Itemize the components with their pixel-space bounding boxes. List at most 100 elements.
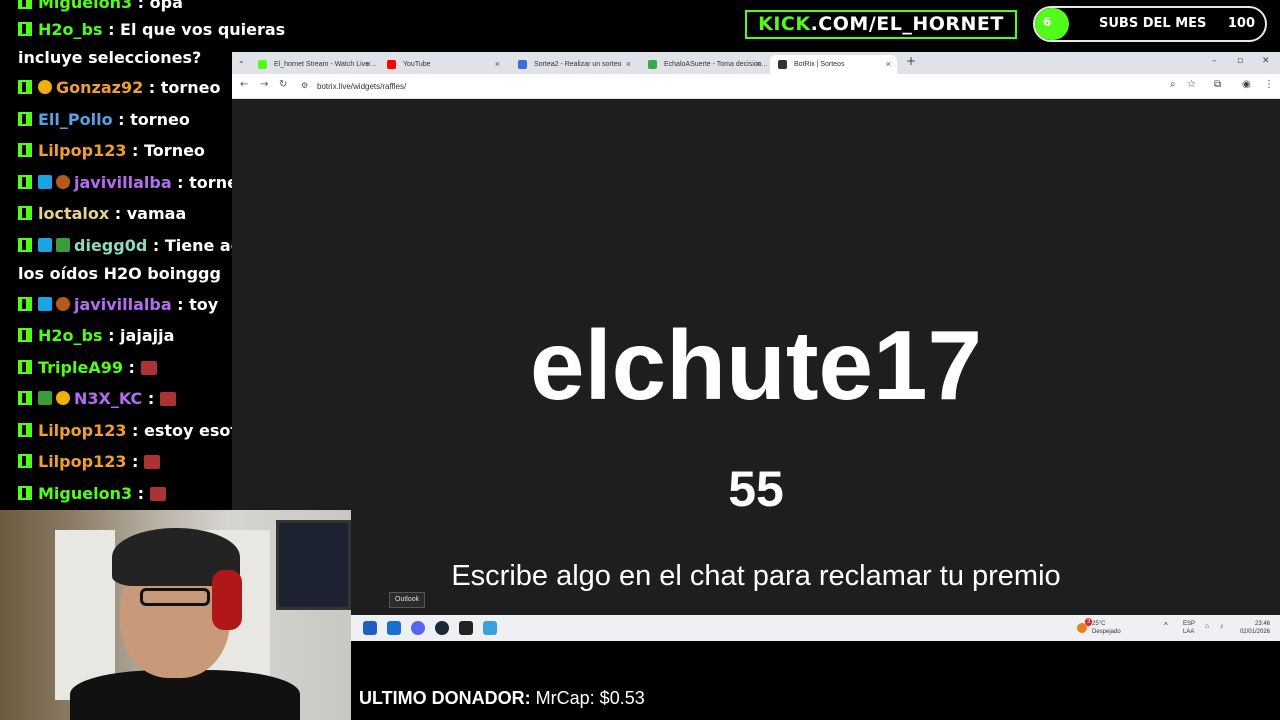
last-donor-widget: ULTIMO DONADOR: MrCap: $0.53: [359, 687, 645, 709]
tab-label: BotRix | Sorteos: [794, 61, 845, 68]
kick-channel-banner: KICK.COM/EL_HORNET: [745, 10, 1017, 39]
close-tab-icon[interactable]: ×: [886, 55, 891, 74]
raffle-instruction: Escribe algo en el chat para reclamar tu…: [451, 560, 1061, 592]
forward-icon[interactable]: →: [260, 79, 268, 90]
chat-username[interactable]: Miguelon3: [38, 484, 132, 503]
tab-label: EchaloASuerte - Toma decision...: [664, 61, 767, 68]
bot-badge-icon: [56, 238, 70, 252]
chat-username[interactable]: loctalox: [38, 204, 109, 223]
background-monitor: [276, 520, 351, 610]
network-icon[interactable]: ⌂: [1205, 623, 1209, 631]
chat-username[interactable]: TripleA99: [38, 358, 123, 377]
chat-text: toy: [189, 295, 219, 314]
tab-favicon-icon: [778, 60, 787, 69]
reload-icon[interactable]: ↻: [279, 79, 287, 90]
weather-desc: Despejado: [1092, 629, 1121, 635]
tab-list-chevron-icon[interactable]: ⌄: [238, 56, 245, 65]
lang-top[interactable]: ESP: [1183, 620, 1195, 628]
kick-badge-icon: [18, 112, 32, 126]
obs-icon[interactable]: [459, 621, 473, 635]
tab-label: YouTube: [403, 61, 431, 68]
donor-label: ULTIMO DONADOR:: [359, 688, 531, 708]
chat-text: jajajja: [120, 326, 175, 345]
kick-badge-icon: [18, 22, 32, 36]
close-tab-icon[interactable]: ×: [626, 55, 631, 74]
chat-text: torneo: [130, 110, 190, 129]
discord-icon[interactable]: [411, 621, 425, 635]
zoom-icon[interactable]: ⌕: [1170, 79, 1176, 90]
kick-badge-icon: [18, 297, 32, 311]
notepad-icon[interactable]: [483, 621, 497, 635]
tab-favicon-icon: [387, 60, 396, 69]
kick-badge-icon: [18, 454, 32, 468]
browser-tab[interactable]: El_hornet Stream - Watch Live ... ×: [250, 55, 377, 74]
streamer-glasses: [140, 588, 210, 606]
raffle-countdown: 55: [728, 461, 784, 517]
tab-label: El_hornet Stream - Watch Live ...: [274, 61, 377, 68]
file-explorer-icon[interactable]: [363, 621, 377, 635]
chat-text: vamaa: [126, 204, 187, 223]
kick-badge-icon: [18, 175, 32, 189]
lang-bottom[interactable]: LAA: [1183, 628, 1194, 636]
menu-dots-icon[interactable]: ⋮: [1264, 79, 1274, 90]
chat-username[interactable]: diegg0d: [74, 236, 147, 255]
site-info-icon[interactable]: ⚙: [301, 81, 308, 90]
clock-time[interactable]: 23:46: [1236, 620, 1270, 628]
close-window-icon[interactable]: ✕: [1262, 56, 1270, 66]
chat-username[interactable]: javivillalba: [74, 173, 172, 192]
raffle-widget: elchute17 55 Escribe algo en el chat par…: [232, 99, 1280, 615]
close-tab-icon[interactable]: ×: [495, 55, 500, 74]
chat-emote-icon: [149, 487, 166, 501]
kick-badge-icon: [18, 360, 32, 374]
subs-goal-widget: 6 SUBS DEL MES 100: [1033, 6, 1267, 42]
kick-logo-text: KICK: [758, 13, 811, 35]
tab-bar: ⌄ El_hornet Stream - Watch Live ... × YouT…: [232, 52, 1280, 74]
tab-favicon-icon: [518, 60, 527, 69]
kick-badge-icon: [18, 423, 32, 437]
profile-icon[interactable]: ◉: [1242, 79, 1251, 90]
chat-username[interactable]: H2o_bs: [38, 326, 103, 345]
close-tab-icon[interactable]: ×: [366, 55, 371, 74]
steam-icon[interactable]: [435, 621, 449, 635]
taskbar: 3 25°C Despejado ^ ESP LAA ⌂ ♪ 23:46 02/…: [350, 615, 1280, 641]
browser-tab[interactable]: Sortea2 - Realizar un sorteo ×: [510, 55, 637, 74]
chat-text: opa: [149, 0, 183, 12]
raffle-winner-name: elchute17: [529, 310, 983, 420]
chat-username[interactable]: Lilpop123: [38, 421, 126, 440]
chat-username[interactable]: Miguelon3: [38, 0, 132, 12]
tray-chevron-icon[interactable]: ^: [1164, 622, 1168, 630]
outlook-icon[interactable]: [387, 621, 401, 635]
maximize-icon[interactable]: ▫: [1237, 56, 1243, 66]
one-badge-icon: [56, 391, 70, 405]
volume-icon[interactable]: ♪: [1220, 623, 1224, 631]
clock-date[interactable]: 02/01/2026: [1236, 628, 1270, 636]
kick-badge-icon: [18, 0, 32, 9]
subs-goal: 100: [1227, 16, 1255, 31]
bot-badge-icon: [38, 391, 52, 405]
browser-tab[interactable]: YouTube ×: [379, 55, 506, 74]
chat-username[interactable]: Lilpop123: [38, 141, 126, 160]
kick-badge-icon: [18, 486, 32, 500]
subs-progress-fill: [1035, 8, 1069, 40]
chat-username[interactable]: Ell_Pollo: [38, 110, 113, 129]
new-tab-button[interactable]: +: [906, 54, 916, 68]
chat-username[interactable]: Gonzaz92: [56, 78, 143, 97]
tab-favicon-icon: [648, 60, 657, 69]
chat-username[interactable]: H2o_bs: [38, 20, 103, 39]
chat-username[interactable]: N3X_KC: [74, 389, 142, 408]
extensions-icon[interactable]: ⧉: [1214, 79, 1221, 90]
close-tab-icon[interactable]: ×: [756, 55, 761, 74]
browser-tab[interactable]: BotRix | Sorteos ×: [770, 55, 897, 74]
kick-channel-path: .COM/EL_HORNET: [810, 13, 1004, 35]
browser-tab[interactable]: EchaloASuerte - Toma decision... ×: [640, 55, 767, 74]
minimize-icon[interactable]: –: [1212, 56, 1217, 66]
kick-badge-icon: [18, 391, 32, 405]
bookmark-star-icon[interactable]: ☆: [1187, 79, 1196, 90]
one-badge-icon: [38, 80, 52, 94]
chat-username[interactable]: javivillalba: [74, 295, 172, 314]
url-field[interactable]: botrix.live/widgets/raffles/: [317, 82, 406, 91]
chat-username[interactable]: Lilpop123: [38, 452, 126, 471]
tab-favicon-icon: [258, 60, 267, 69]
back-icon[interactable]: ←: [240, 79, 248, 90]
chat-emote-icon: [144, 455, 161, 469]
